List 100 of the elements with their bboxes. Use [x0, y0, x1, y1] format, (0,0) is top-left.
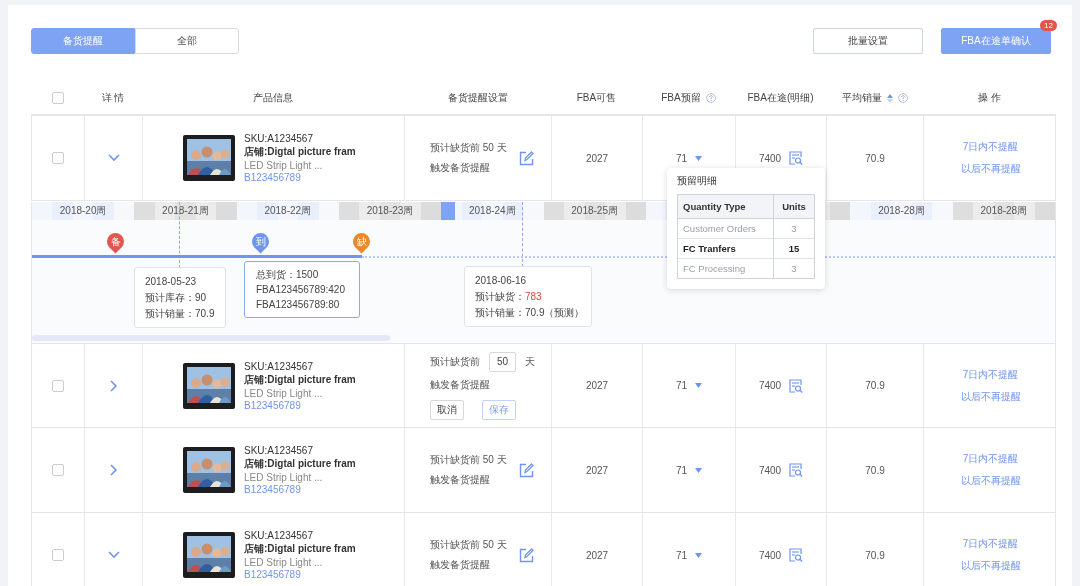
- table-cell: 2027: [585, 549, 609, 561]
- action-link[interactable]: 以后不再提醒: [960, 162, 1021, 176]
- table-cell: 71: [675, 380, 688, 391]
- tab[interactable]: 备货提醒: [31, 28, 135, 54]
- chevron-right-icon[interactable]: [109, 464, 118, 476]
- help-icon[interactable]: [705, 93, 716, 103]
- reminder-text: 预计缺货前 50 天: [430, 538, 507, 552]
- sort-icon[interactable]: [886, 93, 893, 103]
- chevron-down-icon[interactable]: [107, 551, 120, 559]
- reminder-text: 预计缺货前: [430, 354, 480, 369]
- sku-text: SKU:A1234567: [244, 445, 314, 456]
- reminder-text: 触发备货提醒: [430, 473, 491, 487]
- column-header: Units: [773, 195, 814, 219]
- table-cell: 7400: [758, 549, 782, 561]
- table-cell: 71: [675, 549, 688, 561]
- checkbox[interactable]: [52, 152, 64, 164]
- store-name: 店铺:Digtal picture fram: [244, 145, 356, 159]
- document-search-icon[interactable]: [789, 548, 804, 562]
- table-cell: FC Tranfers: [678, 239, 773, 259]
- table-cell: 2027: [585, 152, 609, 164]
- caret-down-icon[interactable]: [695, 155, 703, 161]
- action-link[interactable]: 以后不再提醒: [960, 559, 1021, 573]
- action-link[interactable]: 7日内不提醒: [962, 367, 1019, 382]
- count-badge: 12: [1040, 20, 1057, 31]
- checkbox[interactable]: [51, 92, 64, 104]
- week-label: 2018-28周: [878, 204, 925, 218]
- callout-line: FBA123456789:420: [256, 283, 346, 296]
- table-cell: 2027: [585, 380, 609, 391]
- sku-text: SKU:A1234567: [244, 360, 314, 372]
- caret-down-icon[interactable]: [695, 552, 703, 558]
- tab[interactable]: 全部: [135, 28, 239, 54]
- week-label: 2018-28周: [980, 204, 1028, 218]
- edit-icon[interactable]: [518, 462, 534, 478]
- table-cell: Customer Orders: [678, 219, 773, 239]
- product-title: LED Strip Light ...: [244, 472, 324, 483]
- document-search-icon[interactable]: [789, 463, 804, 477]
- table-cell: 71: [675, 464, 688, 476]
- action-link[interactable]: 7日内不提醒: [962, 140, 1019, 154]
- week-label: 2018-21周: [162, 204, 209, 218]
- column-header: 平均销量: [841, 91, 882, 105]
- column-header: 备货提醒设置: [447, 91, 508, 105]
- asin-link[interactable]: B123456789: [244, 399, 356, 411]
- callout-line: 2018-06-16: [475, 274, 528, 287]
- help-icon[interactable]: [897, 93, 908, 103]
- scrollbar[interactable]: [32, 335, 390, 341]
- reminder-text: 触发备货提醒: [430, 558, 491, 572]
- caret-down-icon[interactable]: [695, 383, 703, 388]
- week-label: 2018-20周: [59, 204, 107, 218]
- column-header: 详 情: [101, 91, 125, 105]
- checkbox[interactable]: [52, 464, 64, 476]
- sku-text: SKU:A1234567: [244, 530, 314, 541]
- chevron-down-icon[interactable]: [107, 154, 120, 162]
- document-search-icon[interactable]: [789, 151, 804, 165]
- column-header: 产品信息: [253, 91, 293, 105]
- table-cell: 70.9: [865, 464, 885, 476]
- table-cell-text: FC Processing: [682, 262, 747, 276]
- column-header: FBA预留: [661, 91, 701, 105]
- caret-down-icon[interactable]: [695, 467, 703, 473]
- week-label: 2018-23周: [366, 204, 414, 218]
- table-cell: 7400: [758, 152, 782, 164]
- product-title: LED Strip Light ...: [244, 387, 324, 399]
- callout-line: 预计销量：70.9（预测）: [475, 306, 581, 319]
- column-header: Quantity Type: [678, 195, 773, 219]
- table-cell: 15: [773, 239, 814, 259]
- column-header: FBA可售: [576, 91, 617, 105]
- cancel-button[interactable]: 取消: [430, 399, 464, 420]
- days-field[interactable]: 50: [489, 351, 516, 372]
- callout-line: 预计销量：70.9: [145, 307, 215, 320]
- callout-line: FBA123456789:80: [256, 298, 341, 311]
- reminder-text: 触发备货提醒: [430, 161, 491, 175]
- reminder-text: 触发备货提醒: [430, 377, 491, 392]
- asin-link[interactable]: B123456789: [244, 484, 356, 495]
- callout-line: 总到货：1500: [256, 268, 320, 281]
- week-label: 2018-25周: [571, 204, 618, 218]
- action-link[interactable]: 以后不再提醒: [960, 474, 1021, 488]
- table-cell: 70.9: [865, 549, 885, 561]
- table-cell: 3: [773, 259, 814, 278]
- action-link[interactable]: 7日内不提醒: [962, 452, 1019, 466]
- checkbox[interactable]: [52, 379, 64, 392]
- action-link[interactable]: 7日内不提醒: [962, 537, 1019, 551]
- edit-icon[interactable]: [518, 547, 534, 563]
- action-link[interactable]: 以后不再提醒: [960, 389, 1021, 404]
- document-search-icon[interactable]: [789, 378, 804, 393]
- callout-line: 预计缺货：783: [475, 290, 543, 303]
- settings-button[interactable]: 批量设置: [813, 28, 923, 54]
- table-cell: 7400: [758, 464, 782, 476]
- asin-link[interactable]: B123456789: [244, 569, 356, 580]
- chevron-right-icon[interactable]: [109, 379, 118, 392]
- confirm-button[interactable]: FBA在途单确认: [941, 28, 1051, 54]
- product-title: LED Strip Light ...: [244, 557, 324, 568]
- callout-line: 2018-05-23: [145, 275, 198, 288]
- table-cell: 2027: [585, 464, 609, 476]
- edit-icon[interactable]: [518, 150, 534, 166]
- asin-link[interactable]: B123456789: [244, 172, 356, 183]
- popover-title: 预留明细: [677, 174, 718, 188]
- checkbox[interactable]: [52, 549, 64, 561]
- sku-text: SKU:A1234567: [244, 133, 314, 144]
- week-label: 2018-24周: [469, 204, 516, 218]
- column-header: 操 作: [978, 91, 1001, 105]
- save-button[interactable]: 保存: [482, 399, 516, 420]
